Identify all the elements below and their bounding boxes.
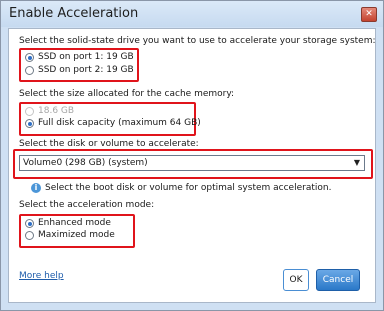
volume-dropdown[interactable]: Volume0 (298 GB) (system) ▼ bbox=[19, 155, 365, 171]
cache-section-label: Select the size allocated for the cache … bbox=[19, 89, 235, 99]
volume-hint-text: Select the boot disk or volume for optim… bbox=[45, 183, 332, 193]
dialog-title: Enable Acceleration bbox=[9, 6, 139, 21]
ok-button[interactable]: OK bbox=[283, 269, 309, 291]
close-icon[interactable]: ✕ bbox=[361, 7, 377, 22]
ssd-port2-label[interactable]: SSD on port 2: 19 GB bbox=[38, 65, 134, 75]
title-bar[interactable]: Enable Acceleration ✕ bbox=[1, 1, 383, 27]
cache-full-label[interactable]: Full disk capacity (maximum 64 GB) bbox=[38, 118, 201, 128]
enhanced-mode-label[interactable]: Enhanced mode bbox=[38, 218, 111, 228]
maximized-mode-radio[interactable] bbox=[25, 231, 34, 240]
cache-full-radio[interactable] bbox=[25, 119, 34, 128]
enable-acceleration-dialog: Enable Acceleration ✕ Select the solid-s… bbox=[0, 0, 384, 311]
mode-section-label: Select the acceleration mode: bbox=[19, 200, 155, 210]
ssd-port1-label[interactable]: SSD on port 1: 19 GB bbox=[38, 52, 134, 62]
info-icon: i bbox=[31, 183, 41, 193]
dialog-body: Select the solid-state drive you want to… bbox=[8, 28, 376, 303]
ssd-port2-radio[interactable] bbox=[25, 66, 34, 75]
more-help-link[interactable]: More help bbox=[19, 271, 64, 281]
cache-18gb-radio bbox=[25, 107, 34, 116]
ssd-port1-radio[interactable] bbox=[25, 53, 34, 62]
cache-18gb-label: 18.6 GB bbox=[38, 106, 75, 116]
chevron-down-icon[interactable]: ▼ bbox=[354, 158, 360, 167]
ssd-section-label: Select the solid-state drive you want to… bbox=[19, 36, 376, 46]
maximized-mode-label[interactable]: Maximized mode bbox=[38, 230, 115, 240]
cancel-button[interactable]: Cancel bbox=[316, 269, 360, 291]
volume-dropdown-value: Volume0 (298 GB) (system) bbox=[23, 158, 148, 168]
enhanced-mode-radio[interactable] bbox=[25, 219, 34, 228]
volume-section-label: Select the disk or volume to accelerate: bbox=[19, 139, 199, 149]
